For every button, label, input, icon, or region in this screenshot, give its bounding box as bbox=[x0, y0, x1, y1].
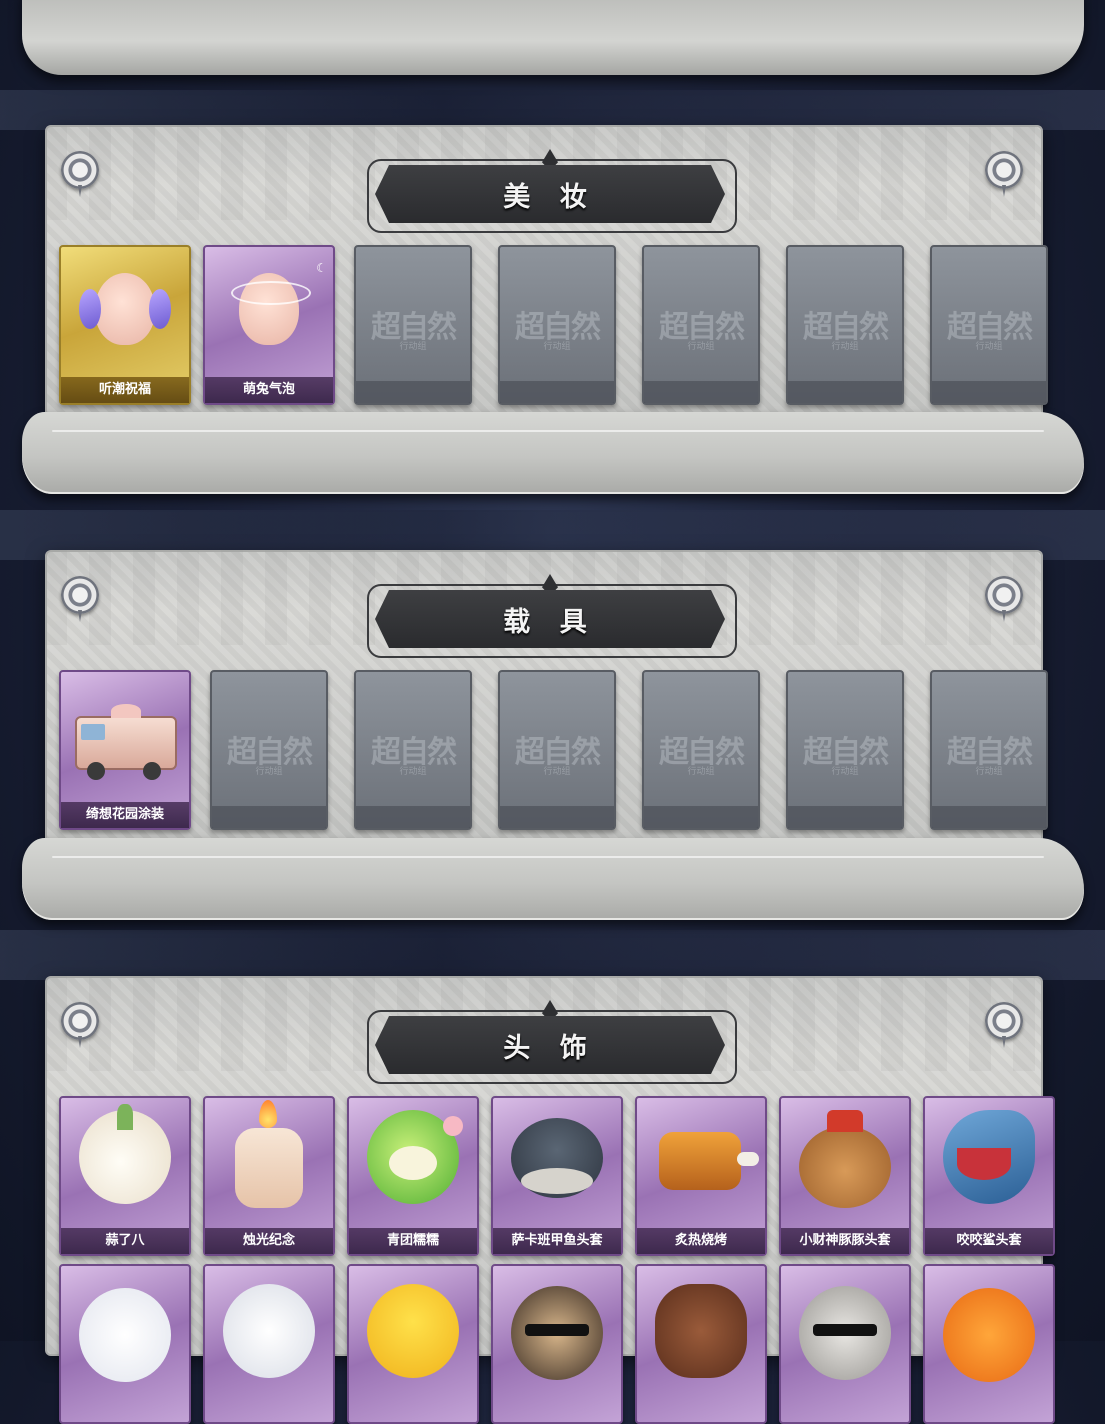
section-title: 头 饰 bbox=[503, 1032, 597, 1064]
placeholder-logo-sub: 行动组 bbox=[687, 766, 715, 776]
item-label: 听潮祝福 bbox=[61, 377, 189, 403]
placeholder-logo-sub: 行动组 bbox=[975, 341, 1003, 351]
item-label: 烛光纪念 bbox=[205, 1228, 333, 1254]
placeholder-logo-sub: 行动组 bbox=[399, 766, 427, 776]
empty-slot: 超自然 行动组 bbox=[930, 670, 1048, 830]
section-title: 载 具 bbox=[503, 606, 597, 638]
placeholder-logo-sub: 行动组 bbox=[399, 341, 427, 351]
background-rock bbox=[0, 90, 1105, 130]
placeholder-logo-sub: 行动组 bbox=[543, 341, 571, 351]
pumpkin-icon bbox=[943, 1288, 1035, 1382]
item-card[interactable] bbox=[491, 1264, 623, 1424]
item-card[interactable]: 蒜了八 bbox=[59, 1096, 191, 1256]
placeholder-logo-sub: 行动组 bbox=[255, 766, 283, 776]
item-card[interactable]: 炙热烧烤 bbox=[635, 1096, 767, 1256]
vehicle-panel: 载 具 绮想花园涂装 超自然 行动组 超自然 行动组 超自然 行动组 超自然 行… bbox=[45, 550, 1048, 850]
empty-slot: 超自然 行动组 bbox=[642, 670, 760, 830]
emoji-face-icon bbox=[367, 1284, 459, 1378]
makeup-panel-scroll bbox=[22, 412, 1084, 494]
item-label: 蒜了八 bbox=[61, 1228, 189, 1254]
item-label: 绮想花园涂装 bbox=[61, 802, 189, 828]
empty-slot: 超自然 行动组 bbox=[210, 670, 328, 830]
placeholder-logo-sub: 行动组 bbox=[687, 341, 715, 351]
item-label: 萨卡班甲鱼头套 bbox=[493, 1228, 621, 1254]
item-label: 萌兔气泡 bbox=[205, 377, 333, 403]
section-title-banner: 美 妆 bbox=[375, 165, 725, 223]
mannequin-head-bubble-icon: ☾ bbox=[205, 255, 333, 373]
compass-ornament-icon bbox=[985, 576, 1023, 614]
item-label: 小财神豚豚头套 bbox=[781, 1228, 909, 1254]
item-label: 咬咬鲨头套 bbox=[925, 1228, 1053, 1254]
item-label: 青团糯糯 bbox=[349, 1228, 477, 1254]
compass-ornament-icon bbox=[985, 151, 1023, 189]
vehicle-items-row: 绮想花园涂装 超自然 行动组 超自然 行动组 超自然 行动组 超自然 行动组 超… bbox=[59, 670, 1055, 830]
empty-slot: 超自然 行动组 bbox=[498, 670, 616, 830]
item-card[interactable]: 烛光纪念 bbox=[203, 1096, 335, 1256]
mannequin-head-wings-icon bbox=[61, 255, 189, 373]
headwear-panel: 头 饰 蒜了八 烛光纪念 青团糯糯 萨卡班甲鱼头套 炙热烧烤 小财神豚豚头套 咬… bbox=[45, 976, 1055, 1424]
compass-ornament-icon bbox=[61, 576, 99, 614]
item-card[interactable]: 咬咬鲨头套 bbox=[923, 1096, 1055, 1256]
item-card[interactable]: 萨卡班甲鱼头套 bbox=[491, 1096, 623, 1256]
makeup-panel: 美 妆 听潮祝福 ☾ 萌兔气泡 超自然 行动组 超自然 行动组 超自然 行动组 … bbox=[45, 125, 1048, 425]
item-card[interactable]: 绮想花园涂装 bbox=[59, 670, 191, 830]
ghost-icon bbox=[79, 1288, 171, 1382]
empty-slot: 超自然 行动组 bbox=[498, 245, 616, 405]
empty-slot: 超自然 行动组 bbox=[354, 245, 472, 405]
headwear-items-row: 蒜了八 烛光纪念 青团糯糯 萨卡班甲鱼头套 炙热烧烤 小财神豚豚头套 咬咬鲨头套 bbox=[59, 1096, 1055, 1256]
capybara-icon bbox=[799, 1110, 891, 1208]
item-card[interactable] bbox=[779, 1264, 911, 1424]
horse-icon bbox=[655, 1284, 747, 1378]
fish-icon bbox=[511, 1118, 603, 1198]
item-card[interactable] bbox=[923, 1264, 1055, 1424]
placeholder-logo-sub: 行动组 bbox=[975, 766, 1003, 776]
item-label: 炙热烧烤 bbox=[637, 1228, 765, 1254]
compass-ornament-icon bbox=[61, 1002, 99, 1040]
green-dumpling-icon bbox=[367, 1110, 463, 1204]
placeholder-logo-sub: 行动组 bbox=[831, 766, 859, 776]
empty-slot: 超自然 行动组 bbox=[354, 670, 472, 830]
cloud-icon bbox=[223, 1284, 315, 1378]
raccoon-sunglasses-icon bbox=[799, 1286, 891, 1380]
placeholder-logo-sub: 行动组 bbox=[831, 341, 859, 351]
bbq-meat-icon bbox=[659, 1132, 759, 1190]
item-card[interactable]: 听潮祝福 bbox=[59, 245, 191, 405]
garlic-icon bbox=[79, 1104, 171, 1204]
placeholder-logo-sub: 行动组 bbox=[543, 766, 571, 776]
shark-icon bbox=[943, 1110, 1035, 1204]
item-card[interactable] bbox=[347, 1264, 479, 1424]
section-title-banner: 头 饰 bbox=[375, 1016, 725, 1074]
previous-panel-scroll bbox=[22, 0, 1084, 75]
makeup-items-row: 听潮祝福 ☾ 萌兔气泡 超自然 行动组 超自然 行动组 超自然 行动组 超自然 bbox=[59, 245, 1055, 405]
item-card[interactable]: 小财神豚豚头套 bbox=[779, 1096, 911, 1256]
item-card[interactable]: 青团糯糯 bbox=[347, 1096, 479, 1256]
vehicle-panel-scroll bbox=[22, 838, 1084, 920]
truck-icon bbox=[61, 680, 189, 798]
item-card[interactable] bbox=[635, 1264, 767, 1424]
empty-slot: 超自然 行动组 bbox=[930, 245, 1048, 405]
section-title-banner: 载 具 bbox=[375, 590, 725, 648]
empty-slot: 超自然 行动组 bbox=[786, 245, 904, 405]
headwear-items-row-2 bbox=[59, 1264, 1055, 1424]
item-card[interactable] bbox=[203, 1264, 335, 1424]
background-rock bbox=[0, 930, 1105, 980]
item-card[interactable]: ☾ 萌兔气泡 bbox=[203, 245, 335, 405]
empty-slot: 超自然 行动组 bbox=[642, 245, 760, 405]
section-title: 美 妆 bbox=[503, 181, 597, 213]
dog-sunglasses-icon bbox=[511, 1286, 603, 1380]
compass-ornament-icon bbox=[61, 151, 99, 189]
candle-icon bbox=[235, 1100, 303, 1208]
compass-ornament-icon bbox=[985, 1002, 1023, 1040]
item-card[interactable] bbox=[59, 1264, 191, 1424]
empty-slot: 超自然 行动组 bbox=[786, 670, 904, 830]
